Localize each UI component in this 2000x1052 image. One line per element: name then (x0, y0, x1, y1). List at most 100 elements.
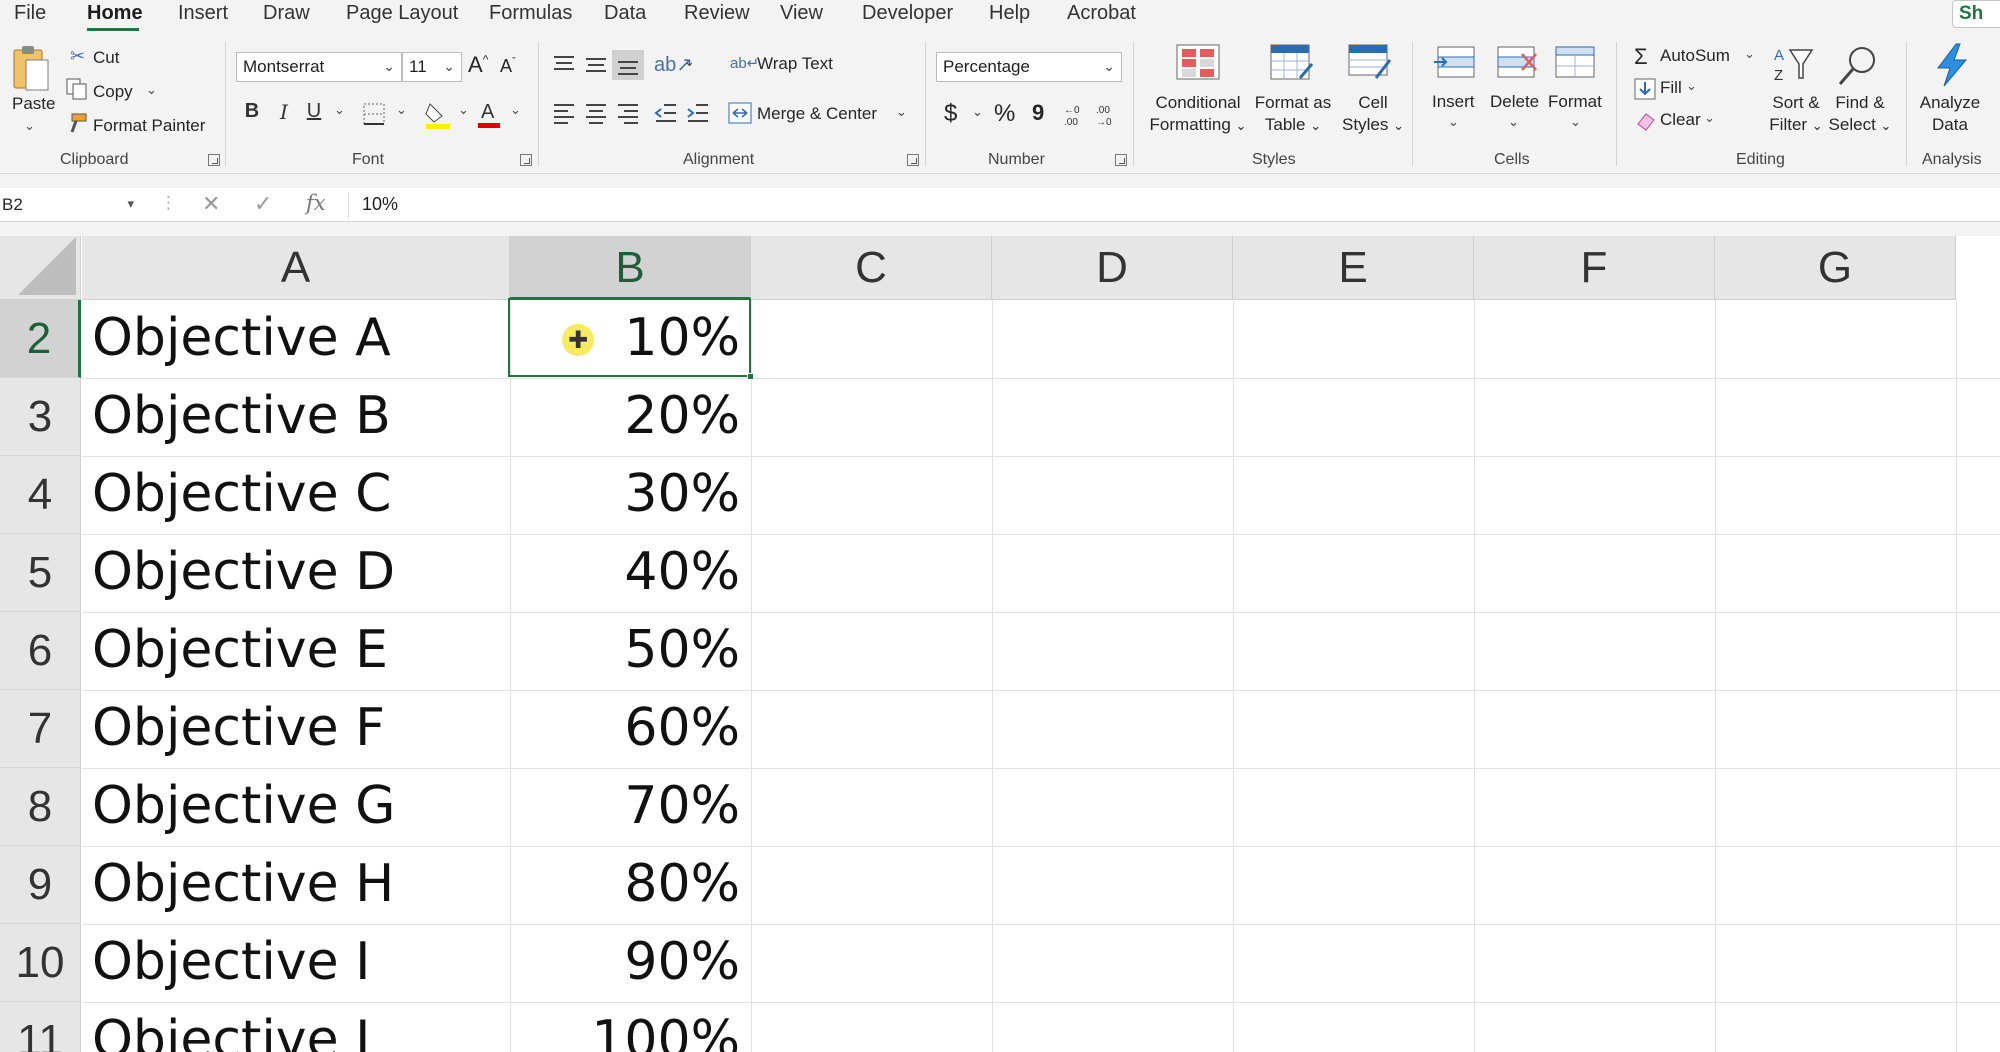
tab-acrobat[interactable]: Acrobat (1067, 2, 1136, 25)
cell-b10[interactable]: 90% (510, 932, 740, 992)
cancel-entry-icon[interactable]: ✕ (202, 191, 220, 217)
column-header-f[interactable]: F (1474, 236, 1715, 300)
share-button[interactable]: Sh (1952, 0, 2000, 28)
cell-a7[interactable]: Objective F (92, 698, 385, 758)
fill-color-icon[interactable] (424, 100, 452, 130)
cell-a8[interactable]: Objective G (92, 776, 395, 836)
sort-filter-button[interactable]: Sort & Filter ⌄ (1764, 92, 1828, 137)
cell-a9[interactable]: Objective H (92, 854, 394, 914)
cell-b7[interactable]: 60% (510, 698, 740, 758)
paste-icon[interactable] (12, 44, 50, 94)
currency-chevron-icon[interactable]: ⌄ (972, 104, 983, 120)
formula-input[interactable]: 10% (362, 194, 398, 215)
format-cells-button[interactable]: Format (1548, 92, 1602, 112)
comma-style-button[interactable]: 9 (1032, 100, 1044, 126)
find-select-button[interactable]: Find & Select ⌄ (1826, 92, 1894, 137)
insert-cells-button[interactable]: Insert (1432, 92, 1475, 112)
cell-b6[interactable]: 50% (510, 620, 740, 680)
delete-cells-icon[interactable] (1492, 46, 1540, 80)
cell-a3[interactable]: Objective B (92, 386, 391, 446)
cell-a11[interactable]: Objective J (92, 1010, 370, 1052)
cell-a5[interactable]: Objective D (92, 542, 395, 602)
column-header-c[interactable]: C (751, 236, 992, 300)
merge-center-button[interactable]: Merge & Center (757, 104, 877, 124)
analyze-data-icon[interactable] (1932, 42, 1972, 88)
sort-filter-icon[interactable]: A Z (1772, 44, 1818, 88)
delete-cells-button[interactable]: Delete (1490, 92, 1539, 112)
cell-a4[interactable]: Objective C (92, 464, 391, 524)
row-header-4[interactable]: 4 (0, 456, 81, 534)
tab-help[interactable]: Help (989, 2, 1030, 25)
copy-chevron-icon[interactable]: ⌄ (146, 82, 157, 98)
row-header-2[interactable]: 2 (0, 300, 81, 378)
align-bottom-button[interactable] (612, 50, 644, 80)
column-header-d[interactable]: D (992, 236, 1233, 300)
autosum-icon[interactable]: Σ (1634, 44, 1648, 70)
bold-button[interactable]: B (238, 100, 266, 123)
format-as-table-button[interactable]: Format as Table ⌄ (1250, 92, 1336, 137)
number-format-select[interactable]: Percentage ⌄ (936, 52, 1122, 82)
tab-review[interactable]: Review (684, 2, 750, 25)
paste-chevron-icon[interactable]: ⌄ (24, 118, 35, 134)
insert-cells-icon[interactable] (1432, 46, 1480, 80)
fill-color-chevron-icon[interactable]: ⌄ (458, 102, 469, 118)
tab-insert[interactable]: Insert (178, 2, 228, 25)
fill-handle[interactable] (747, 373, 754, 380)
column-header-b[interactable]: B (510, 236, 751, 300)
cell-b5[interactable]: 40% (510, 542, 740, 602)
decrease-indent-icon[interactable] (654, 102, 678, 124)
conditional-formatting-icon[interactable] (1176, 44, 1220, 80)
align-top-icon[interactable] (552, 54, 576, 74)
clear-button[interactable]: Clear (1660, 110, 1701, 130)
cell-styles-button[interactable]: Cell Styles ⌄ (1338, 92, 1408, 137)
autosum-button[interactable]: AutoSum (1660, 46, 1730, 66)
underline-chevron-icon[interactable]: ⌄ (334, 102, 345, 118)
cell-a2[interactable]: Objective A (92, 308, 391, 368)
format-cells-icon[interactable] (1554, 46, 1598, 80)
cell-b8[interactable]: 70% (510, 776, 740, 836)
row-header-11[interactable]: 11 (0, 1002, 81, 1052)
row-header-7[interactable]: 7 (0, 690, 81, 768)
tab-data[interactable]: Data (604, 2, 646, 25)
autosum-chevron-icon[interactable]: ⌄ (1744, 46, 1755, 62)
orientation-chevron-icon[interactable]: ⌄ (684, 54, 695, 70)
formula-bar-grip-icon[interactable]: ⋮ (160, 193, 177, 213)
format-chevron-icon[interactable]: ⌄ (1570, 114, 1581, 130)
number-launcher-icon[interactable] (1115, 154, 1127, 166)
shrink-font-icon[interactable]: Aˇ (500, 56, 516, 77)
copy-button[interactable]: Copy (93, 82, 133, 102)
clipboard-launcher-icon[interactable] (208, 154, 220, 166)
wrap-text-button[interactable]: Wrap Text (757, 54, 833, 74)
format-as-table-icon[interactable] (1270, 44, 1314, 82)
align-middle-icon[interactable] (584, 54, 608, 74)
copy-icon[interactable] (66, 78, 88, 100)
analyze-data-button[interactable]: Analyze Data (1912, 92, 1988, 136)
increase-decimal-icon[interactable]: ←0 .00 (1062, 102, 1088, 128)
tab-home[interactable]: Home (87, 2, 143, 25)
cell-b4[interactable]: 30% (510, 464, 740, 524)
alignment-launcher-icon[interactable] (907, 154, 919, 166)
column-header-e[interactable]: E (1233, 236, 1474, 300)
clear-chevron-icon[interactable]: ⌄ (1704, 110, 1715, 126)
format-painter-icon[interactable] (66, 112, 88, 134)
row-header-10[interactable]: 10 (0, 924, 81, 1002)
cell-b3[interactable]: 20% (510, 386, 740, 446)
row-header-9[interactable]: 9 (0, 846, 81, 924)
conditional-formatting-button[interactable]: Conditional Formatting ⌄ (1146, 92, 1250, 137)
font-family-select[interactable]: Montserrat ⌄ (236, 52, 402, 82)
font-launcher-icon[interactable] (520, 154, 532, 166)
tab-view[interactable]: View (780, 2, 823, 25)
tab-draw[interactable]: Draw (263, 2, 310, 25)
merge-chevron-icon[interactable]: ⌄ (896, 104, 907, 120)
name-box[interactable]: B2 ▾ (0, 190, 140, 220)
borders-icon[interactable] (362, 102, 386, 126)
eraser-icon[interactable] (1634, 110, 1656, 132)
cut-icon[interactable]: ✂ (70, 46, 85, 67)
fill-button[interactable]: Fill (1660, 78, 1682, 98)
insert-function-icon[interactable]: fx (306, 191, 326, 215)
cell-styles-icon[interactable] (1348, 44, 1392, 82)
row-header-5[interactable]: 5 (0, 534, 81, 612)
paste-button[interactable]: Paste (12, 94, 55, 114)
underline-button[interactable]: U (300, 100, 328, 123)
font-color-icon[interactable]: A (476, 98, 502, 130)
